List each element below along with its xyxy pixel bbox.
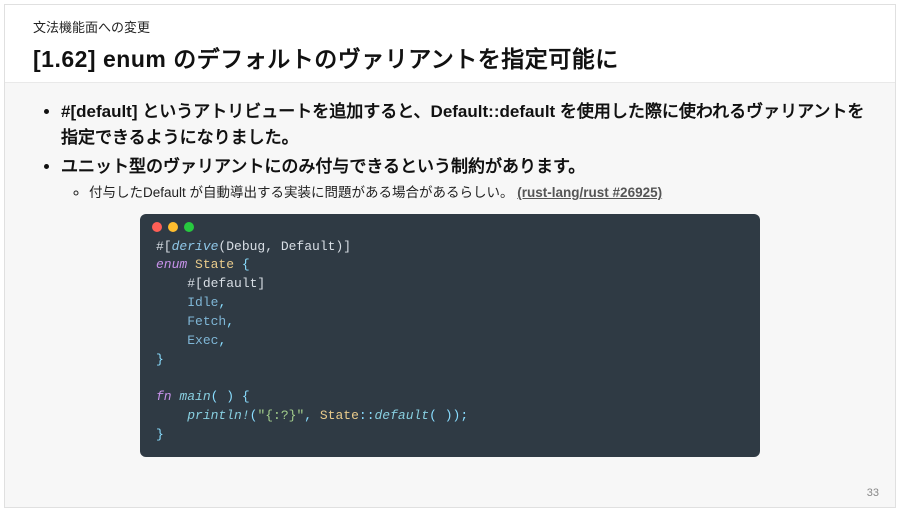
code-tok: #[default]: [187, 276, 265, 291]
close-icon: [152, 222, 162, 232]
code-tok: main: [179, 389, 210, 404]
code-tok: ,: [218, 333, 226, 348]
bullet-item-1: #[default] というアトリビュートを追加すると、Default::def…: [61, 99, 867, 152]
code-tok: (Debug, Default): [218, 239, 343, 254]
sub-bullet-1: 付与したDefault が自動導出する実装に問題がある場合があるらしい。 (ru…: [89, 182, 867, 204]
page-number: 33: [867, 487, 879, 499]
code-content: #[derive(Debug, Default)] enum State { #…: [140, 236, 760, 457]
code-block: #[derive(Debug, Default)] enum State { #…: [140, 214, 760, 457]
maximize-icon: [184, 222, 194, 232]
slide: 文法機能面への変更 [1.62] enum のデフォルトのヴァリアントを指定可能…: [4, 4, 896, 508]
code-tok: #[: [156, 239, 172, 254]
code-tok: ,: [304, 408, 320, 423]
code-tok: {: [234, 257, 250, 272]
code-tok: fn: [156, 389, 172, 404]
code-tok: ,: [218, 295, 226, 310]
code-tok: enum: [156, 257, 187, 272]
minimize-icon: [168, 222, 178, 232]
code-tok: Idle: [187, 295, 218, 310]
bullet-item-2-text: ユニット型のヴァリアントにのみ付与できるという制約があります。: [61, 157, 585, 176]
code-tok: ,: [226, 314, 234, 329]
code-tok: "{:?}": [257, 408, 304, 423]
code-tok: }: [156, 427, 164, 442]
code-tok: State: [195, 257, 234, 272]
code-tok: }: [156, 352, 164, 367]
code-tok: ::: [359, 408, 375, 423]
sub-bullet-1-text: 付与したDefault が自動導出する実装に問題がある場合があるらしい。: [89, 185, 514, 200]
page-title: [1.62] enum のデフォルトのヴァリアントを指定可能に: [33, 40, 867, 74]
code-tok: ( ) {: [211, 389, 250, 404]
code-tok: ]: [343, 239, 351, 254]
bullet-list: #[default] というアトリビュートを追加すると、Default::def…: [33, 99, 867, 204]
code-tok: Exec: [187, 333, 218, 348]
bullet-item-2: ユニット型のヴァリアントにのみ付与できるという制約があります。 付与したDefa…: [61, 154, 867, 204]
issue-link[interactable]: (rust-lang/rust #26925): [517, 185, 662, 200]
slide-body: #[default] というアトリビュートを追加すると、Default::def…: [5, 83, 895, 507]
code-tok: derive: [172, 239, 219, 254]
code-tok: default: [375, 408, 430, 423]
code-titlebar: [140, 214, 760, 236]
slide-header: 文法機能面への変更 [1.62] enum のデフォルトのヴァリアントを指定可能…: [5, 5, 895, 83]
sub-bullet-list: 付与したDefault が自動導出する実装に問題がある場合があるらしい。 (ru…: [61, 182, 867, 204]
code-tok: println!: [187, 408, 249, 423]
supertitle: 文法機能面への変更: [33, 17, 867, 36]
code-tok: Fetch: [187, 314, 226, 329]
code-tok: State: [320, 408, 359, 423]
code-tok: ( ));: [429, 408, 468, 423]
